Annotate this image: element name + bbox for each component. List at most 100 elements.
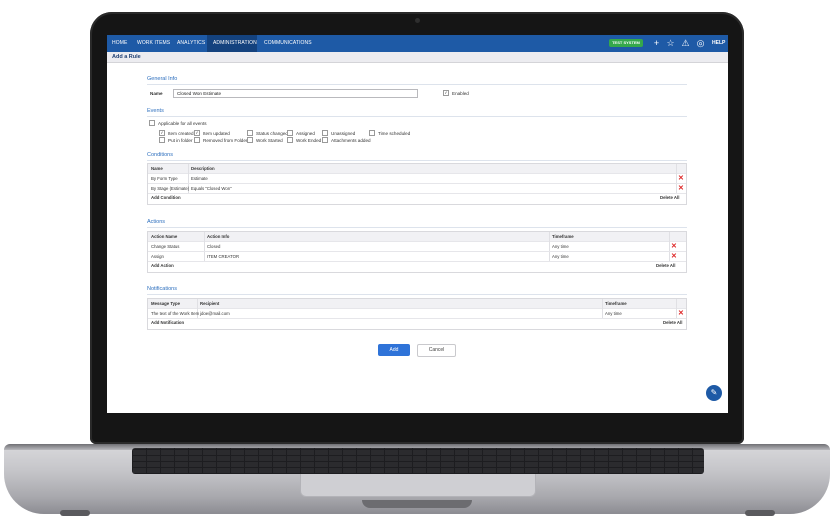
event-checkbox[interactable] <box>247 130 253 136</box>
table-row: By Stage (Estimate) Equals "Closed Won" … <box>148 184 686 194</box>
divider <box>147 160 687 161</box>
delete-icon[interactable]: ✕ <box>678 175 684 182</box>
add-button[interactable]: Add <box>378 344 410 356</box>
add-condition-link[interactable]: Add Condition <box>151 195 181 200</box>
section-events: Events <box>147 108 164 114</box>
section-actions: Actions <box>147 219 166 225</box>
event-checkbox[interactable] <box>287 137 293 143</box>
actions-table: Action Name Action Info Timeframe Change… <box>147 231 687 273</box>
help-link[interactable]: HELP <box>712 40 725 46</box>
event-checkbox[interactable] <box>247 137 253 143</box>
divider <box>147 227 687 228</box>
system-badge: TEST SYSTEM <box>609 39 643 47</box>
delete-icon[interactable]: ✕ <box>671 253 677 260</box>
nav-communications[interactable]: COMMUNICATIONS <box>264 40 312 46</box>
event-checkbox[interactable] <box>159 137 165 143</box>
column-header: Action Info <box>207 234 230 239</box>
divider <box>147 84 687 85</box>
laptop-lid: HOME WORK ITEMS ANALYTICS ADMINISTRATION… <box>90 12 744 444</box>
event-checkbox[interactable] <box>287 130 293 136</box>
table-header: Action Name Action Info Timeframe <box>148 232 686 242</box>
trackpad <box>300 474 536 497</box>
event-checkbox[interactable] <box>369 130 375 136</box>
star-icon[interactable]: ☆ <box>665 38 676 49</box>
column-header: Timeframe <box>605 301 627 306</box>
delete-all-notifications-link[interactable]: Delete All <box>663 320 682 325</box>
add-action-link[interactable]: Add Action <box>151 263 174 268</box>
table-header: Message Type Recipient Timeframe <box>148 299 686 309</box>
table-row: By Form Type Estimate ✕ <box>148 174 686 184</box>
table-row: Assign ITEM CREATOR Any time ✕ <box>148 252 686 262</box>
enabled-label: Enabled <box>452 91 469 96</box>
column-header: Timeframe <box>552 234 574 239</box>
rule-name-input[interactable]: Closed Won Estimate <box>173 89 418 98</box>
condition-description: Equals "Closed Won" <box>191 186 232 191</box>
notification-timeframe: Any time <box>605 311 622 316</box>
column-header: Action Name <box>151 234 178 239</box>
table-row: Change Status Closed Any time ✕ <box>148 242 686 252</box>
action-name[interactable]: Change Status <box>151 244 179 249</box>
action-timeframe: Any time <box>552 254 569 259</box>
event-label: Item updated <box>203 131 230 136</box>
alert-icon[interactable]: ⚠ <box>680 38 691 49</box>
delete-icon[interactable]: ✕ <box>678 310 684 317</box>
event-label: Assigned <box>296 131 315 136</box>
chat-icon[interactable]: ✎ <box>706 385 722 401</box>
notification-recipient: jdoe@mail.com <box>200 311 230 316</box>
base-notch <box>362 500 472 508</box>
applicable-all-label: Applicable for all events <box>158 121 207 126</box>
event-label: Status changed <box>256 131 288 136</box>
nav-analytics[interactable]: ANALYTICS <box>177 40 205 46</box>
delete-icon[interactable]: ✕ <box>671 243 677 250</box>
nav-home[interactable]: HOME <box>112 40 127 46</box>
cancel-button[interactable]: Cancel <box>417 344 456 357</box>
column-header: Name <box>151 166 163 171</box>
action-info: Closed <box>207 244 221 249</box>
nav-work-items[interactable]: WORK ITEMS <box>137 40 170 46</box>
laptop-foot <box>745 510 775 516</box>
action-info: ITEM CREATOR <box>207 254 240 259</box>
event-checkbox[interactable] <box>322 137 328 143</box>
column-header: Message Type <box>151 301 181 306</box>
delete-all-actions-link[interactable]: Delete All <box>656 263 675 268</box>
name-label: Name <box>150 91 163 96</box>
divider <box>147 116 687 117</box>
applicable-all-checkbox[interactable] <box>149 120 155 126</box>
event-label: Removed from Folder <box>203 138 248 143</box>
notification-type[interactable]: The text of the Work Item <box>151 311 199 316</box>
notifications-table: Message Type Recipient Timeframe The tex… <box>147 298 687 330</box>
page-header: Add a Rule <box>107 52 728 63</box>
conditions-table: Name Description By Form Type Estimate ✕… <box>147 163 687 205</box>
event-checkbox[interactable] <box>322 130 328 136</box>
action-name[interactable]: Assign <box>151 254 164 259</box>
camera-icon <box>415 18 420 23</box>
column-header: Description <box>191 166 215 171</box>
event-checkbox[interactable]: ✓ <box>159 130 165 136</box>
page-title: Add a Rule <box>112 54 141 60</box>
event-checkbox[interactable]: ✓ <box>194 130 200 136</box>
user-icon[interactable]: ◎ <box>695 38 706 49</box>
top-navigation: HOME WORK ITEMS ANALYTICS ADMINISTRATION… <box>107 35 728 52</box>
table-header: Name Description <box>148 164 686 174</box>
event-label: Item created <box>168 131 194 136</box>
divider <box>147 294 687 295</box>
nav-administration[interactable]: ADMINISTRATION <box>213 40 257 46</box>
plus-icon[interactable]: + <box>651 38 662 49</box>
event-label: Unassigned <box>331 131 356 136</box>
laptop-foot <box>60 510 90 516</box>
condition-name[interactable]: By Stage (Estimate) <box>151 186 189 191</box>
delete-all-conditions-link[interactable]: Delete All <box>660 195 679 200</box>
delete-icon[interactable]: ✕ <box>678 185 684 192</box>
event-label: Time scheduled <box>378 131 411 136</box>
event-label: Put in folder <box>168 138 193 143</box>
table-row: The text of the Work Item jdoe@mail.com … <box>148 309 686 319</box>
condition-name[interactable]: By Form Type <box>151 176 178 181</box>
add-notification-link[interactable]: Add Notification <box>151 320 184 325</box>
laptop-base <box>4 444 830 514</box>
action-timeframe: Any time <box>552 244 569 249</box>
keyboard <box>132 448 704 474</box>
event-label: Work Started <box>256 138 283 143</box>
app-screen: HOME WORK ITEMS ANALYTICS ADMINISTRATION… <box>107 35 728 413</box>
event-checkbox[interactable] <box>194 137 200 143</box>
enabled-checkbox[interactable]: ✓ <box>443 90 449 96</box>
